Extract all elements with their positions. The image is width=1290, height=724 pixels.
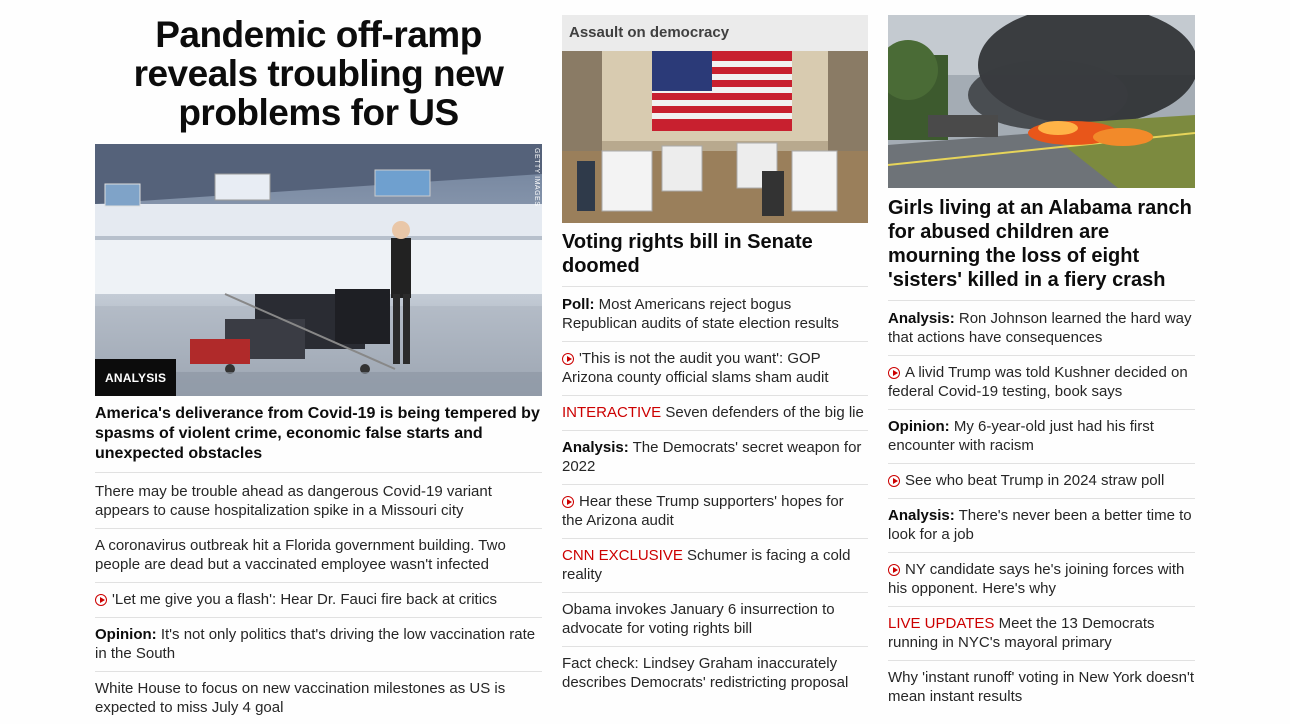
play-circle-icon bbox=[562, 353, 574, 365]
alabama-column: Girls living at an Alabama ranch for abu… bbox=[888, 15, 1195, 721]
item-text: Obama invokes January 6 insurrection to … bbox=[562, 601, 835, 637]
play-circle-icon bbox=[888, 475, 900, 487]
item-red-kicker: LIVE UPDATES bbox=[888, 615, 995, 632]
crash-photo bbox=[888, 15, 1195, 188]
list-item[interactable]: Hear these Trump supporters' hopes for t… bbox=[562, 492, 868, 539]
list-item[interactable]: NY candidate says he's joining forces wi… bbox=[888, 560, 1195, 607]
news-homepage: Pandemic off-ramp reveals troubling new … bbox=[0, 0, 1290, 724]
item-red-kicker: INTERACTIVE bbox=[562, 404, 662, 421]
democracy-list: Poll: Most Americans reject bogus Republ… bbox=[562, 295, 868, 700]
lead-image[interactable]: GETTY IMAGES ANALYSIS bbox=[95, 144, 542, 396]
list-item[interactable]: INTERACTIVE Seven defenders of the big l… bbox=[562, 403, 868, 431]
voting-title[interactable]: Voting rights bill in Senate doomed bbox=[562, 230, 868, 287]
democracy-column: Assault on democracy Voting rights bill … bbox=[562, 15, 868, 707]
list-item[interactable]: White House to focus on new vaccination … bbox=[95, 679, 542, 724]
play-circle-icon bbox=[562, 496, 574, 508]
list-item[interactable]: Poll: Most Americans reject bogus Republ… bbox=[562, 295, 868, 342]
list-item[interactable]: There may be trouble ahead as dangerous … bbox=[95, 482, 542, 529]
item-kicker: Analysis: bbox=[888, 507, 955, 524]
list-item[interactable]: See who beat Trump in 2024 straw poll bbox=[888, 471, 1195, 499]
item-text: There may be trouble ahead as dangerous … bbox=[95, 483, 492, 519]
list-item[interactable]: CNN EXCLUSIVE Schumer is facing a cold r… bbox=[562, 546, 868, 593]
item-kicker: Opinion: bbox=[888, 418, 950, 435]
list-item[interactable]: Obama invokes January 6 insurrection to … bbox=[562, 600, 868, 647]
list-item[interactable]: 'Let me give you a flash': Hear Dr. Fauc… bbox=[95, 590, 542, 618]
item-text: NY candidate says he's joining forces wi… bbox=[888, 561, 1185, 597]
list-item[interactable]: LIVE UPDATES Meet the 13 Democrats runni… bbox=[888, 614, 1195, 661]
item-text: It's not only politics that's driving th… bbox=[95, 626, 536, 662]
play-circle-icon bbox=[95, 594, 107, 606]
section-label[interactable]: Assault on democracy bbox=[562, 15, 868, 51]
list-item[interactable]: 'This is not the audit you want': GOP Ar… bbox=[562, 349, 868, 396]
item-text: Hear these Trump supporters' hopes for t… bbox=[562, 493, 844, 529]
lead-headline[interactable]: Pandemic off-ramp reveals troubling new … bbox=[95, 15, 542, 132]
crash-image[interactable] bbox=[888, 15, 1195, 188]
item-text: Seven defenders of the big lie bbox=[665, 404, 864, 421]
item-text: 'Let me give you a flash': Hear Dr. Fauc… bbox=[112, 591, 498, 608]
item-red-kicker: CNN EXCLUSIVE bbox=[562, 547, 683, 564]
item-kicker: Analysis: bbox=[562, 439, 629, 456]
alabama-list: Analysis: Ron Johnson learned the hard w… bbox=[888, 309, 1195, 714]
list-item[interactable]: A livid Trump was told Kushner decided o… bbox=[888, 363, 1195, 410]
item-text: Fact check: Lindsey Graham inaccurately … bbox=[562, 655, 849, 691]
item-text: Why 'instant runoff' voting in New York … bbox=[888, 669, 1194, 705]
play-circle-icon bbox=[888, 564, 900, 576]
item-text: A coronavirus outbreak hit a Florida gov… bbox=[95, 537, 506, 573]
list-item[interactable]: Why 'instant runoff' voting in New York … bbox=[888, 668, 1195, 714]
item-text: 'This is not the audit you want': GOP Ar… bbox=[562, 350, 829, 386]
item-text: Most Americans reject bogus Republican a… bbox=[562, 296, 839, 332]
voting-image[interactable] bbox=[562, 51, 868, 223]
item-kicker: Analysis: bbox=[888, 310, 955, 327]
lead-story-column: Pandemic off-ramp reveals troubling new … bbox=[95, 15, 542, 724]
item-text: White House to focus on new vaccination … bbox=[95, 680, 506, 716]
list-item[interactable]: A coronavirus outbreak hit a Florida gov… bbox=[95, 536, 542, 583]
item-text: See who beat Trump in 2024 straw poll bbox=[905, 472, 1165, 489]
crash-title[interactable]: Girls living at an Alabama ranch for abu… bbox=[888, 196, 1195, 301]
list-item[interactable]: Analysis: There's never been a better ti… bbox=[888, 506, 1195, 553]
item-kicker: Opinion: bbox=[95, 626, 157, 643]
list-item[interactable]: Opinion: My 6-year-old just had his firs… bbox=[888, 417, 1195, 464]
voting-photo bbox=[562, 51, 868, 223]
item-text: A livid Trump was told Kushner decided o… bbox=[888, 364, 1188, 400]
analysis-badge: ANALYSIS bbox=[95, 359, 177, 396]
item-kicker: Poll: bbox=[562, 296, 595, 313]
list-item[interactable]: Analysis: Ron Johnson learned the hard w… bbox=[888, 309, 1195, 356]
photo-credit: GETTY IMAGES bbox=[533, 148, 540, 207]
lead-story-list: There may be trouble ahead as dangerous … bbox=[95, 482, 542, 724]
list-item[interactable]: Fact check: Lindsey Graham inaccurately … bbox=[562, 654, 868, 700]
list-item[interactable]: Opinion: It's not only politics that's d… bbox=[95, 625, 542, 672]
play-circle-icon bbox=[888, 367, 900, 379]
lead-subheadline[interactable]: America's deliverance from Covid-19 is b… bbox=[95, 404, 542, 473]
list-item[interactable]: Analysis: The Democrats' secret weapon f… bbox=[562, 438, 868, 485]
